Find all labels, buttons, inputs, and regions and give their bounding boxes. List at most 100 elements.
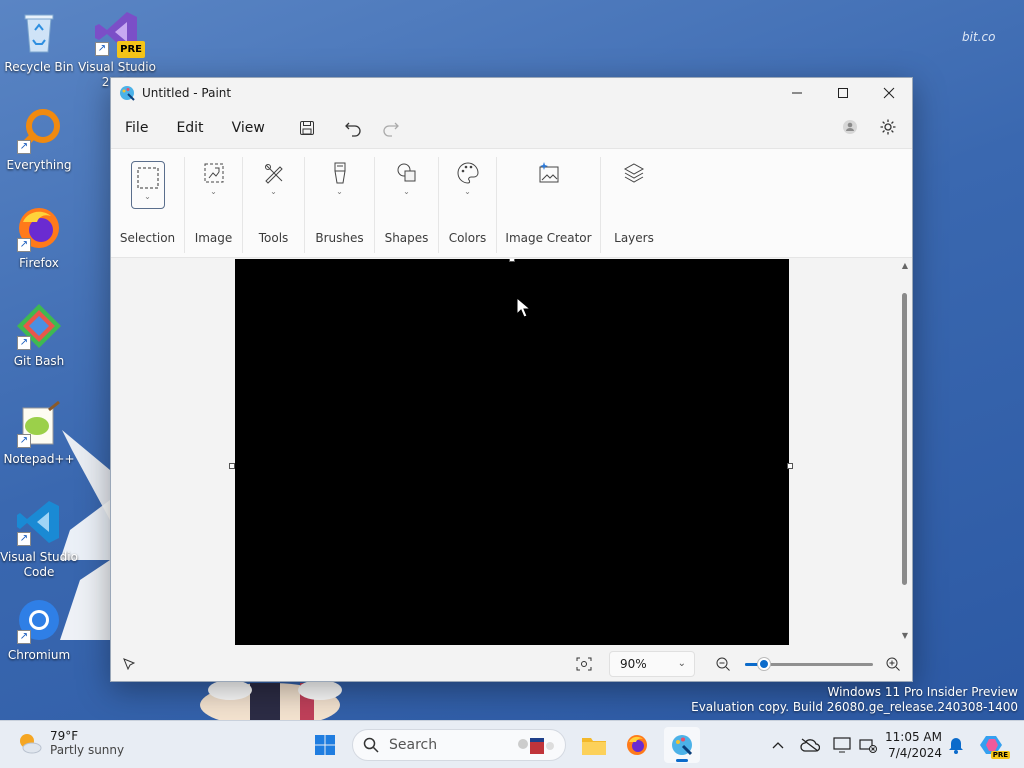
taskbar-paint[interactable] (664, 727, 700, 763)
resize-handle[interactable] (787, 463, 793, 469)
onedrive-button[interactable] (797, 733, 823, 757)
chevron-up-icon (772, 742, 784, 749)
account-icon (843, 120, 857, 134)
firefox-icon (627, 735, 647, 755)
ribbon-label: Layers (614, 231, 654, 245)
taskbar-firefox[interactable] (619, 727, 655, 763)
vertical-scrollbar[interactable]: ▲ ▼ (900, 259, 910, 644)
shortcut-arrow-icon: ↗ (17, 140, 31, 154)
paint-app-icon (120, 86, 135, 101)
ribbon-tools[interactable]: ⌄ Tools (243, 157, 305, 253)
redo-button[interactable] (375, 113, 407, 143)
desktop-icon-label: Firefox (19, 256, 59, 270)
show-hidden-icons-button[interactable] (765, 733, 791, 757)
pre-badge: PRE (117, 41, 145, 58)
scrollbar-thumb[interactable] (902, 293, 907, 585)
ribbon-shapes[interactable]: ⌄ Shapes (375, 157, 439, 253)
taskbar: 79°F Partly sunny Search 11:05 AM 7/4/20… (0, 720, 1024, 768)
taskbar-clock[interactable]: 11:05 AM 7/4/2024 (880, 729, 942, 761)
git-bash-icon: ↗ (15, 302, 63, 350)
chevron-down-icon: ⌄ (144, 192, 151, 201)
desktop-icon-firefox[interactable]: ↗ Firefox (0, 204, 78, 271)
copilot-button[interactable]: PRE (978, 733, 1010, 759)
save-button[interactable] (291, 113, 323, 143)
shortcut-arrow-icon: ↗ (17, 434, 31, 448)
resize-handle[interactable] (229, 463, 235, 469)
selection-icon (137, 167, 158, 189)
drawing-canvas[interactable] (235, 259, 789, 645)
shortcut-arrow-icon: ↗ (17, 336, 31, 350)
fit-to-window-icon[interactable] (576, 657, 592, 671)
vscode-icon: ↗ (15, 498, 63, 546)
partly-sunny-icon (20, 734, 42, 754)
network-disconnected-icon (859, 739, 877, 753)
desktop-icon-label: Recycle Bin (4, 60, 74, 74)
ribbon-image[interactable]: ⌄ Image (185, 157, 243, 253)
weather-widget[interactable]: 79°F Partly sunny (16, 729, 124, 757)
account-button[interactable] (834, 112, 866, 142)
desktop-icon-vscode[interactable]: ↗ Visual Studio Code (0, 498, 78, 580)
title-bar[interactable]: Untitled - Paint (111, 78, 912, 108)
menu-file[interactable]: File (115, 114, 158, 142)
scroll-down-icon[interactable]: ▼ (900, 631, 910, 640)
recycle-bin-icon (15, 8, 63, 56)
status-bar: 90% ⌄ (111, 647, 912, 681)
desktop-icon-chromium[interactable]: ↗ Chromium (0, 596, 78, 663)
search-icon (363, 737, 379, 753)
minimize-button[interactable] (774, 78, 820, 108)
zoom-slider-thumb[interactable] (758, 658, 770, 670)
menu-view[interactable]: View (222, 114, 275, 142)
layers-icon (623, 163, 645, 183)
paint-app-icon (672, 735, 693, 756)
zoom-out-icon[interactable] (716, 657, 730, 671)
canvas-area: ▲ ▼ (111, 259, 912, 649)
taskbar-search[interactable]: Search (352, 729, 566, 761)
ribbon-label: Colors (448, 231, 487, 245)
cloud-offline-icon (800, 738, 820, 752)
paint-window: Untitled - Paint File Edit View ⌄ Select… (110, 77, 913, 682)
visual-studio-icon: ↗ PRE (93, 8, 145, 58)
ribbon-colors[interactable]: ⌄ Colors (439, 157, 497, 253)
chevron-down-icon: ⌄ (210, 187, 217, 196)
zoom-in-icon[interactable] (886, 657, 900, 671)
clock-time: 11:05 AM (885, 730, 942, 744)
clock-date: 7/4/2024 (888, 746, 942, 760)
ribbon-selection[interactable]: ⌄ Selection (111, 157, 185, 253)
chromium-icon: ↗ (15, 596, 63, 644)
chevron-down-icon: ⌄ (677, 658, 686, 669)
scroll-up-icon[interactable]: ▲ (900, 261, 910, 270)
taskbar-file-explorer[interactable] (576, 727, 612, 763)
ribbon-image-creator[interactable]: Image Creator (497, 157, 601, 253)
window-title: Untitled - Paint (142, 86, 232, 100)
ribbon-layers[interactable]: Layers (601, 157, 667, 253)
notifications-button[interactable] (943, 733, 969, 757)
display-button[interactable] (829, 733, 855, 757)
undo-button[interactable] (337, 113, 369, 143)
search-placeholder: Search (389, 737, 438, 753)
brush-icon (333, 162, 346, 184)
settings-button[interactable] (872, 112, 904, 142)
watermark-line2: Evaluation copy. Build 26080.ge_release.… (691, 700, 1018, 714)
shapes-icon (397, 163, 415, 182)
ribbon-brushes[interactable]: ⌄ Brushes (305, 157, 375, 253)
folder-icon (582, 738, 606, 755)
maximize-button[interactable] (820, 78, 866, 108)
desktop-icon-recycle-bin[interactable]: Recycle Bin (0, 8, 78, 75)
chevron-down-icon: ⌄ (464, 187, 471, 196)
mouse-cursor-icon (516, 297, 530, 318)
shortcut-arrow-icon: ↗ (17, 238, 31, 252)
close-button[interactable] (866, 78, 912, 108)
ribbon-label: Tools (258, 231, 289, 245)
desktop-icon-git-bash[interactable]: ↗ Git Bash (0, 302, 78, 369)
ribbon-label: Image Creator (505, 231, 592, 245)
zoom-dropdown[interactable]: 90% ⌄ (609, 651, 695, 677)
desktop-icon-notepad-plus[interactable]: ↗ Notepad++ (0, 400, 78, 467)
copilot-pre-badge: PRE (990, 751, 1010, 759)
menu-edit[interactable]: Edit (166, 114, 213, 142)
resize-handle[interactable] (509, 259, 515, 262)
start-button[interactable] (307, 727, 343, 763)
notepad-plus-icon: ↗ (15, 400, 63, 448)
monitor-icon (833, 737, 851, 753)
network-button[interactable] (855, 733, 881, 757)
desktop-icon-everything[interactable]: ↗ Everything (0, 106, 78, 173)
